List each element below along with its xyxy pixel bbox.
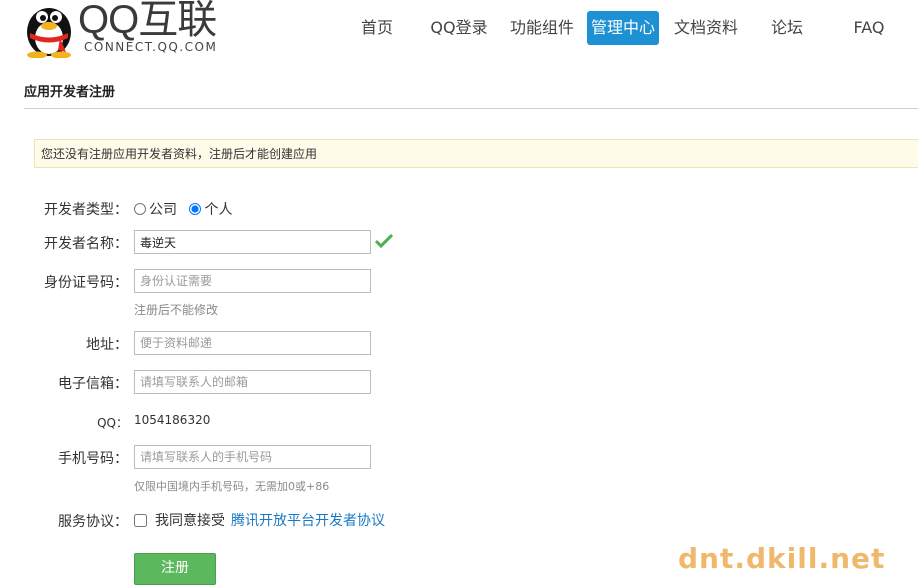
agreement-checkbox[interactable] [134, 513, 147, 527]
qq-label: QQ： [97, 416, 128, 430]
site-header: QQ互联 CONNECT.QQ.COM 首页 QQ登录 功能组件 管理中心 文档… [0, 0, 918, 62]
radio-individual[interactable]: 个人 [189, 199, 232, 219]
agreement-label: 服务协议： [58, 514, 128, 530]
developer-type-label: 开发者类型： [44, 202, 128, 218]
row-address: 地址： [0, 331, 918, 355]
agreement-link[interactable]: 腾讯开放平台开发者协议 [231, 510, 385, 530]
id-number-hint: 注册后不能修改 [134, 303, 219, 317]
main-nav: 首页 QQ登录 功能组件 管理中心 文档资料 论坛 FAQ [0, 11, 918, 47]
nav-management-center[interactable]: 管理中心 [587, 11, 659, 45]
row-agreement: 服务协议： 我同意接受 腾讯开放平台开发者协议 [0, 510, 918, 530]
email-input[interactable] [134, 370, 371, 394]
phone-hint: 仅限中国境内手机号码，无需加0或+86 [134, 480, 330, 493]
id-number-label: 身份证号码： [44, 275, 128, 291]
radio-company-label: 公司 [149, 202, 177, 218]
nav-faq[interactable]: FAQ [848, 11, 890, 45]
email-label: 电子信箱： [58, 376, 128, 392]
qq-number: 1054186320 [134, 413, 211, 427]
watermark: dnt.dkill.net [678, 542, 886, 575]
phone-input[interactable] [134, 445, 371, 469]
valid-check-icon [375, 234, 393, 248]
nav-home[interactable]: 首页 [358, 11, 396, 45]
agreement-control: 我同意接受 腾讯开放平台开发者协议 [134, 510, 385, 530]
row-phone: 手机号码： 仅限中国境内手机号码，无需加0或+86 [0, 445, 918, 495]
developer-name-label: 开发者名称： [44, 236, 128, 252]
radio-individual-label: 个人 [204, 202, 233, 218]
row-email: 电子信箱： [0, 370, 918, 394]
notice-banner: 您还没有注册应用开发者资料，注册后才能创建应用 [34, 139, 918, 168]
row-developer-name: 开发者名称： [0, 230, 918, 254]
developer-name-input[interactable] [134, 230, 371, 254]
register-button[interactable]: 注册 [134, 553, 216, 585]
nav-components[interactable]: 功能组件 [507, 11, 577, 45]
radio-company-input[interactable] [134, 203, 146, 215]
address-label: 地址： [86, 337, 128, 353]
developer-type-radio-group: 公司 个人 [134, 199, 240, 219]
row-qq: QQ： 1054186320 [0, 413, 918, 431]
radio-company[interactable]: 公司 [134, 199, 177, 219]
radio-individual-input[interactable] [189, 203, 202, 215]
row-id-number: 身份证号码： 注册后不能修改 [0, 269, 918, 321]
id-number-input[interactable] [134, 269, 371, 293]
nav-docs[interactable]: 文档资料 [671, 11, 741, 45]
nav-qq-login[interactable]: QQ登录 [428, 11, 490, 45]
title-divider [24, 108, 918, 109]
address-input[interactable] [134, 331, 371, 355]
phone-label: 手机号码： [58, 451, 128, 467]
agreement-text: 我同意接受 [155, 513, 225, 529]
nav-forum[interactable]: 论坛 [768, 11, 806, 45]
page-title: 应用开发者注册 [24, 85, 116, 100]
row-developer-type: 开发者类型： 公司 个人 [0, 199, 918, 219]
